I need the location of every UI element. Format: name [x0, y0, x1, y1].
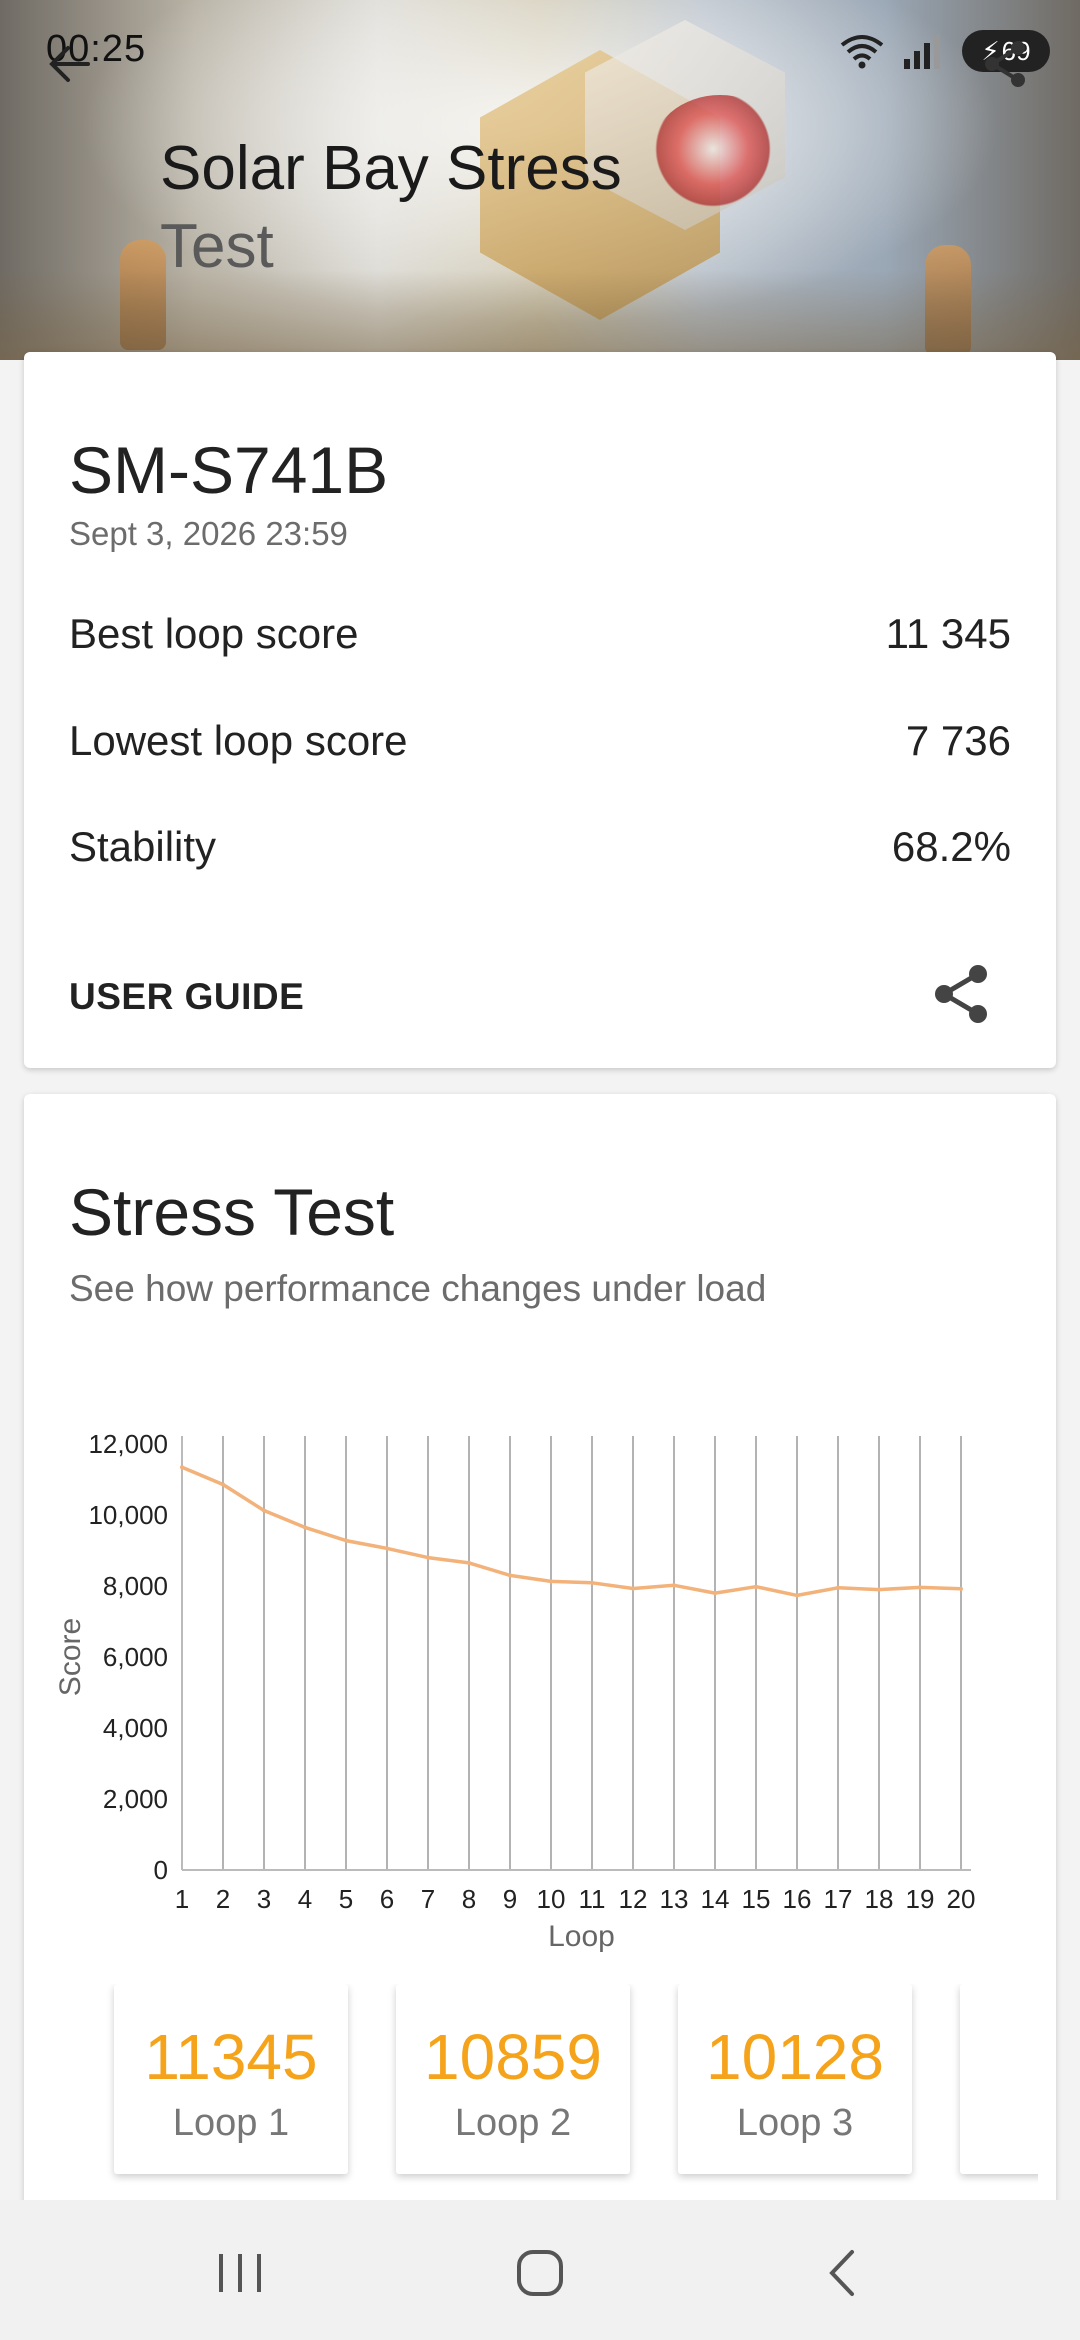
loop-card[interactable]: 10128 Loop 3	[678, 1984, 912, 2174]
signal-icon	[904, 35, 940, 69]
data-point	[262, 1508, 266, 1513]
page-title: Solar Bay Stress Test	[160, 130, 720, 286]
x-tick-label: 4	[298, 1884, 312, 1914]
data-point	[303, 1525, 307, 1530]
best-loop-row: Best loop score 11 345	[69, 610, 1011, 658]
x-tick-label: 3	[257, 1884, 271, 1914]
data-point	[385, 1546, 389, 1551]
loop-score-carousel[interactable]: 11345 Loop 1 10859 Loop 2 10128 Loop 3 96 Lo	[90, 1984, 1038, 2214]
loop-score: 11345	[144, 2021, 318, 2093]
back-arrow-icon[interactable]	[44, 38, 96, 90]
data-point	[836, 1585, 840, 1590]
stability-label: Stability	[69, 823, 217, 870]
stress-test-card: Stress Test See how performance changes …	[24, 1094, 1056, 2254]
loop-label: Loop 2	[454, 2102, 572, 2144]
data-point	[877, 1587, 881, 1592]
data-point	[467, 1560, 471, 1565]
data-point	[754, 1584, 758, 1589]
data-point	[795, 1593, 799, 1598]
x-tick-label: 8	[462, 1884, 476, 1914]
loop-label: Loop 1	[172, 2102, 290, 2144]
stress-test-subtitle: See how performance changes under load	[69, 1268, 767, 1309]
stability-value: 68.2%	[891, 823, 1011, 870]
loop-score: 10859	[424, 2021, 602, 2093]
x-tick-label: 11	[579, 1884, 606, 1914]
summary-card: SM-S741B Sept 3, 2026 23:59 Best loop sc…	[24, 352, 1056, 1068]
data-point	[959, 1586, 963, 1591]
data-point	[713, 1591, 717, 1596]
x-tick-label: 20	[947, 1884, 976, 1914]
y-tick-label: 10,000	[88, 1500, 168, 1530]
recent-apps-icon[interactable]	[205, 2238, 275, 2308]
loop-label: Loop 3	[736, 2102, 854, 2144]
x-tick-label: 17	[824, 1884, 853, 1914]
device-name: SM-S741B	[69, 433, 389, 507]
home-icon[interactable]	[505, 2238, 575, 2308]
y-tick-label: 0	[154, 1855, 168, 1885]
loop-card[interactable]: 11345 Loop 1	[114, 1984, 348, 2174]
x-tick-label: 13	[660, 1884, 689, 1914]
series-line	[181, 1465, 962, 1598]
page-title-line2: Test	[160, 212, 274, 281]
x-tick-label: 10	[537, 1884, 566, 1914]
y-tick-label: 2,000	[103, 1784, 168, 1814]
best-loop-value: 11 345	[885, 610, 1011, 657]
y-tick-label: 4,000	[103, 1713, 168, 1743]
data-point	[508, 1573, 512, 1578]
data-point	[549, 1579, 553, 1584]
x-tick-label: 1	[175, 1884, 189, 1914]
y-tick-label: 6,000	[103, 1642, 168, 1672]
share-icon[interactable]	[930, 962, 994, 1026]
y-tick-label: 8,000	[103, 1571, 168, 1601]
x-tick-label: 2	[216, 1884, 230, 1914]
data-point	[344, 1538, 348, 1543]
x-tick-label: 15	[742, 1884, 771, 1914]
system-nav-bar	[0, 2200, 1080, 2340]
share-icon[interactable]	[980, 38, 1032, 90]
lowest-loop-value: 7 736	[905, 717, 1011, 764]
x-tick-label: 6	[380, 1884, 394, 1914]
y-axis-label: Score	[54, 1618, 87, 1696]
loop-card[interactable]: 10859 Loop 2	[396, 1984, 630, 2174]
x-tick-label: 14	[701, 1884, 730, 1914]
data-point	[221, 1482, 225, 1487]
data-point	[180, 1465, 184, 1470]
y-tick-label: 12,000	[88, 1429, 168, 1459]
test-date: Sept 3, 2026 23:59	[69, 515, 348, 552]
x-tick-label: 5	[339, 1884, 353, 1914]
wifi-icon	[840, 35, 884, 69]
best-loop-label: Best loop score	[69, 610, 359, 657]
loop-score: 96	[960, 2020, 1038, 2094]
lowest-loop-label: Lowest loop score	[69, 717, 408, 764]
x-tick-label: 12	[619, 1884, 648, 1914]
loop-label: Lo	[960, 2102, 1038, 2145]
page-title-line1: Solar Bay Stress	[160, 134, 622, 203]
data-point	[672, 1583, 676, 1588]
stress-test-chart: 02,0004,0006,0008,00010,00012,0001 2 3 4 5 6 7…	[54, 1429, 976, 1953]
data-point	[918, 1585, 922, 1590]
header-banner: 00:25 ⚡ 69 Solar Bay Stress Test	[0, 0, 1080, 360]
loop-score: 10128	[706, 2021, 884, 2093]
stability-row: Stability 68.2%	[69, 823, 1011, 871]
data-point	[631, 1586, 635, 1591]
x-tick-label: 18	[865, 1884, 894, 1914]
user-guide-link[interactable]: USER GUIDE	[69, 976, 304, 1018]
back-icon[interactable]	[808, 2238, 878, 2308]
x-tick-label: 19	[906, 1884, 935, 1914]
x-tick-label: 9	[503, 1884, 517, 1914]
data-point	[590, 1580, 594, 1585]
x-tick-label: 16	[783, 1884, 812, 1914]
loop-card[interactable]: 96 Lo	[960, 1984, 1038, 2174]
data-point	[426, 1555, 430, 1560]
x-axis-label: Loop	[548, 1920, 615, 1953]
x-tick-label: 7	[421, 1884, 435, 1914]
stress-test-title: Stress Test	[69, 1175, 395, 1249]
lowest-loop-row: Lowest loop score 7 736	[69, 717, 1011, 765]
